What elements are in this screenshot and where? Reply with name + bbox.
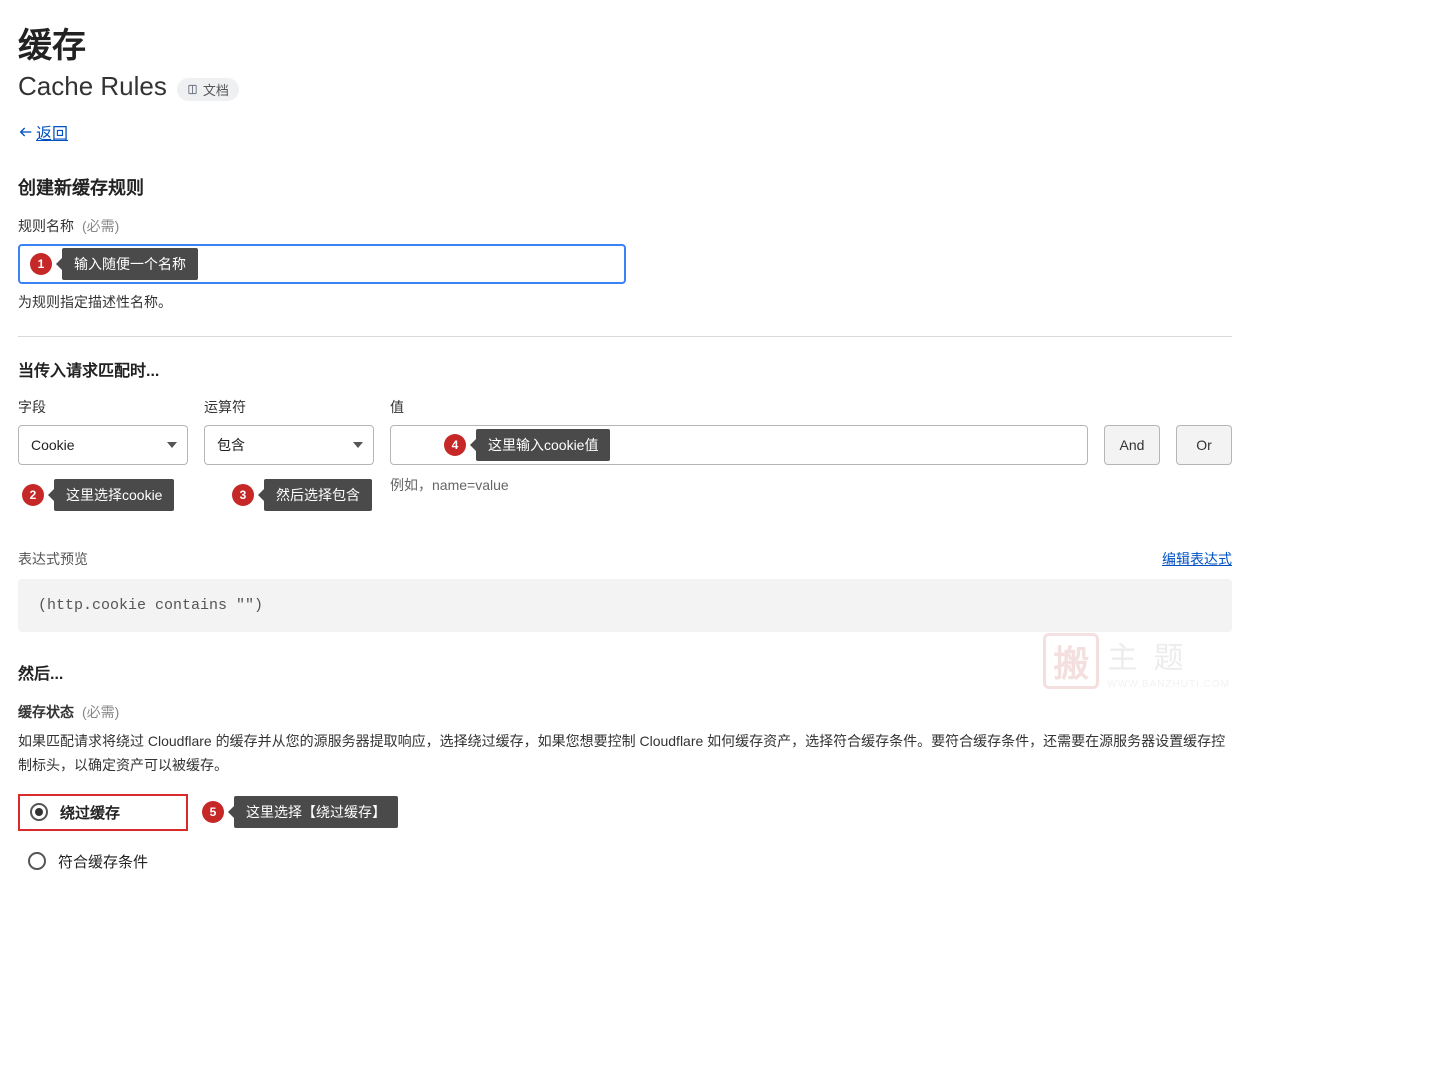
annotation-3: 3 然后选择包含 [232, 479, 372, 511]
page-subtitle: Cache Rules [18, 71, 167, 102]
expression-preview-label: 表达式预览 [18, 549, 88, 569]
back-link[interactable]: 返回 [18, 120, 68, 144]
expression-code: (http.cookie contains "") [18, 579, 1232, 632]
annotation-1: 1 输入随便一个名称 [30, 248, 198, 280]
value-column-label: 值 [390, 397, 1232, 417]
radio-bypass-cache[interactable]: 绕过缓存 [18, 794, 188, 831]
and-button[interactable]: And [1104, 425, 1160, 465]
rule-name-helper: 为规则指定描述性名称。 [18, 292, 1232, 312]
page-title: 缓存 [18, 18, 1232, 67]
rule-name-label: 规则名称 [18, 216, 74, 236]
operator-column-label: 运算符 [204, 397, 374, 417]
annotation-5: 5 这里选择【绕过缓存】 [202, 796, 398, 828]
book-icon [187, 84, 198, 95]
field-column-label: 字段 [18, 397, 188, 417]
cache-status-description: 如果匹配请求将绕过 Cloudflare 的缓存并从您的源服务器提取响应，选择绕… [18, 730, 1232, 778]
radio-circle-icon [30, 803, 48, 821]
docs-link[interactable]: 文档 [177, 78, 239, 101]
or-button[interactable]: Or [1176, 425, 1232, 465]
match-heading: 当传入请求匹配时... [18, 357, 1232, 381]
annotation-2: 2 这里选择cookie [22, 479, 174, 511]
divider [18, 336, 1232, 337]
value-example: 例如，name=value [390, 475, 1232, 495]
edit-expression-link[interactable]: 编辑表达式 [1162, 549, 1232, 569]
then-heading: 然后... [18, 660, 1232, 684]
create-heading: 创建新缓存规则 [18, 174, 1232, 200]
radio-circle-icon [28, 852, 46, 870]
field-select[interactable]: Cookie [18, 425, 188, 465]
required-marker-2: (必需) [82, 702, 119, 722]
docs-label: 文档 [203, 80, 229, 99]
annotation-4: 4 这里输入cookie值 [444, 429, 610, 461]
radio-eligible-cache[interactable]: 符合缓存条件 [18, 851, 1232, 872]
cache-status-label: 缓存状态 [18, 702, 74, 722]
required-marker: (必需) [82, 216, 119, 236]
operator-select[interactable]: 包含 [204, 425, 374, 465]
arrow-left-icon [18, 124, 34, 140]
